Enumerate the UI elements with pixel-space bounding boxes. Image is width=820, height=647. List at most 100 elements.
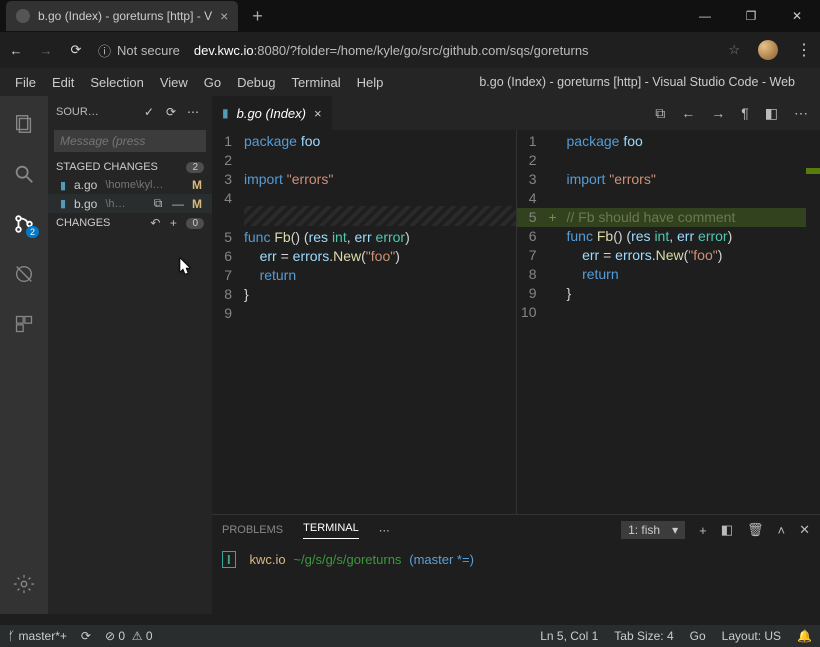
refresh-icon[interactable]: ⟳ [160,105,182,119]
code-content: } [567,284,820,303]
prev-change-icon[interactable]: ← [681,105,695,122]
settings-gear-icon[interactable] [0,564,48,604]
status-problems[interactable]: ⊘ 0 ⚠ 0 [105,629,153,643]
unstage-icon[interactable]: — [170,197,186,211]
diff-gutter [549,284,567,303]
code-content [244,304,516,323]
status-ln-col[interactable]: Ln 5, Col 1 [540,629,598,643]
status-bar: ᚶ master*+ ⟳ ⊘ 0 ⚠ 0 Ln 5, Col 1 Tab Siz… [0,625,820,647]
status-bell-icon[interactable]: 🔔 [797,629,812,643]
editor-tab[interactable]: ▮ b.go (Index) × [212,96,332,130]
status-branch[interactable]: ᚶ master*+ [8,629,67,643]
panel-tab-bar: PROBLEMS TERMINAL ⋯ 1: fish + ◧ 🗑 ˄ ✕ [212,515,820,545]
scm-badge: 2 [26,226,39,238]
kill-terminal-icon[interactable]: 🗑 [747,522,764,538]
code-line[interactable]: 3import "errors" [517,170,820,189]
code-content: func Fb() (res int, err error) [244,228,516,247]
code-line[interactable]: 5func Fb() (res int, err error) [212,228,516,247]
commit-check-icon[interactable]: ✓ [138,105,160,119]
open-file-icon[interactable]: ⧉ [150,196,166,211]
reload-icon[interactable]: ⟳ [68,42,84,58]
star-icon[interactable]: ☆ [728,42,740,58]
extensions-icon[interactable] [0,304,48,344]
terminal-select[interactable]: 1: fish [621,521,685,539]
code-line[interactable]: 7 return [212,266,516,285]
changes-header[interactable]: CHANGES ↶ + 0 [48,213,212,233]
os-title-bar: b.go (Index) - goreturns [http] - V × + … [0,0,820,32]
code-line[interactable]: 5+// Fb should have comment [517,208,820,227]
close-tab-icon[interactable]: × [220,8,228,24]
panel-tab-terminal[interactable]: TERMINAL [303,522,359,539]
terminal-body[interactable]: I kwc.io ~/g/s/g/s/goreturns (master *=) [212,545,820,614]
menu-help[interactable]: Help [350,73,391,92]
security-indicator[interactable]: ⓘ Not secure [98,41,180,60]
whitespace-icon[interactable]: ¶ [741,105,749,122]
activity-bar: 2 [0,96,48,614]
code-line[interactable]: 2 [212,151,516,170]
open-file-icon[interactable]: ⧉ [655,105,665,122]
menu-terminal[interactable]: Terminal [284,73,347,92]
maximize-panel-icon[interactable]: ˄ [778,523,786,538]
menu-view[interactable]: View [153,73,195,92]
status-language[interactable]: Go [690,629,706,643]
panel-more-icon[interactable]: ⋯ [379,524,390,537]
close-editor-icon[interactable]: × [314,106,322,121]
code-content: err = errors.New("foo") [567,246,820,265]
staged-file-row[interactable]: ▮ a.go \home\kyl… M [48,176,212,194]
go-file-icon: ▮ [56,197,70,210]
scm-icon[interactable]: 2 [0,204,48,244]
code-line[interactable]: 1package foo [212,132,516,151]
menu-debug[interactable]: Debug [230,73,282,92]
diff-gutter [549,132,567,151]
explorer-icon[interactable] [0,104,48,144]
browser-menu-icon[interactable]: ⋮ [796,40,812,60]
code-line[interactable]: 3import "errors" [212,170,516,189]
code-line[interactable]: 1package foo [517,132,820,151]
code-line[interactable]: 8 return [517,265,820,284]
minimize-button[interactable]: — [682,0,728,32]
code-line[interactable]: 9 [212,304,516,323]
status-tab-size[interactable]: Tab Size: 4 [614,629,673,643]
status-layout[interactable]: Layout: US [722,629,781,643]
split-terminal-icon[interactable]: ◧ [721,522,733,538]
staged-changes-header[interactable]: STAGED CHANGES 2 [48,158,212,176]
code-line[interactable]: 4 [517,189,820,208]
code-line[interactable]: 6 err = errors.New("foo") [212,247,516,266]
editor-actions: ⧉ ← → ¶ ◧ ⋯ [655,105,814,122]
debug-icon[interactable] [0,254,48,294]
code-line[interactable]: 7 err = errors.New("foo") [517,246,820,265]
changes-label: CHANGES [56,217,110,229]
new-terminal-icon[interactable]: + [699,523,707,538]
stage-all-icon[interactable]: + [164,216,182,230]
staged-file-row[interactable]: ▮ b.go \h… ⧉ — M [48,194,212,213]
back-icon[interactable]: ← [8,43,24,58]
close-panel-icon[interactable]: ✕ [799,522,810,538]
search-icon[interactable] [0,154,48,194]
forward-icon[interactable]: → [38,43,54,58]
code-line[interactable]: 9} [517,284,820,303]
commit-message-input[interactable] [54,130,206,152]
menu-selection[interactable]: Selection [83,73,150,92]
close-window-button[interactable]: ✕ [774,0,820,32]
menu-go[interactable]: Go [197,73,228,92]
discard-all-icon[interactable]: ↶ [146,216,164,230]
line-number: 7 [212,266,244,285]
address-bar[interactable]: dev.kwc.io:8080/?folder=/home/kyle/go/sr… [194,43,589,58]
more-actions-icon[interactable]: ⋯ [794,105,808,122]
window-buttons: — ❐ ✕ [682,0,820,32]
panel-tab-problems[interactable]: PROBLEMS [222,524,283,536]
more-icon[interactable]: ⋯ [182,105,204,119]
profile-avatar[interactable] [758,40,778,60]
new-tab-button[interactable]: + [252,6,263,27]
next-change-icon[interactable]: → [711,105,725,122]
browser-tab[interactable]: b.go (Index) - goreturns [http] - V × [6,1,238,31]
code-line[interactable]: 6func Fb() (res int, err error) [517,227,820,246]
split-editor-icon[interactable]: ◧ [765,105,778,122]
menu-edit[interactable]: Edit [45,73,81,92]
code-line[interactable]: 8} [212,285,516,304]
code-line[interactable]: 10 [517,303,820,322]
status-sync-icon[interactable]: ⟳ [81,629,91,643]
menu-file[interactable]: File [8,73,43,92]
maximize-button[interactable]: ❐ [728,0,774,32]
code-line[interactable]: 2 [517,151,820,170]
